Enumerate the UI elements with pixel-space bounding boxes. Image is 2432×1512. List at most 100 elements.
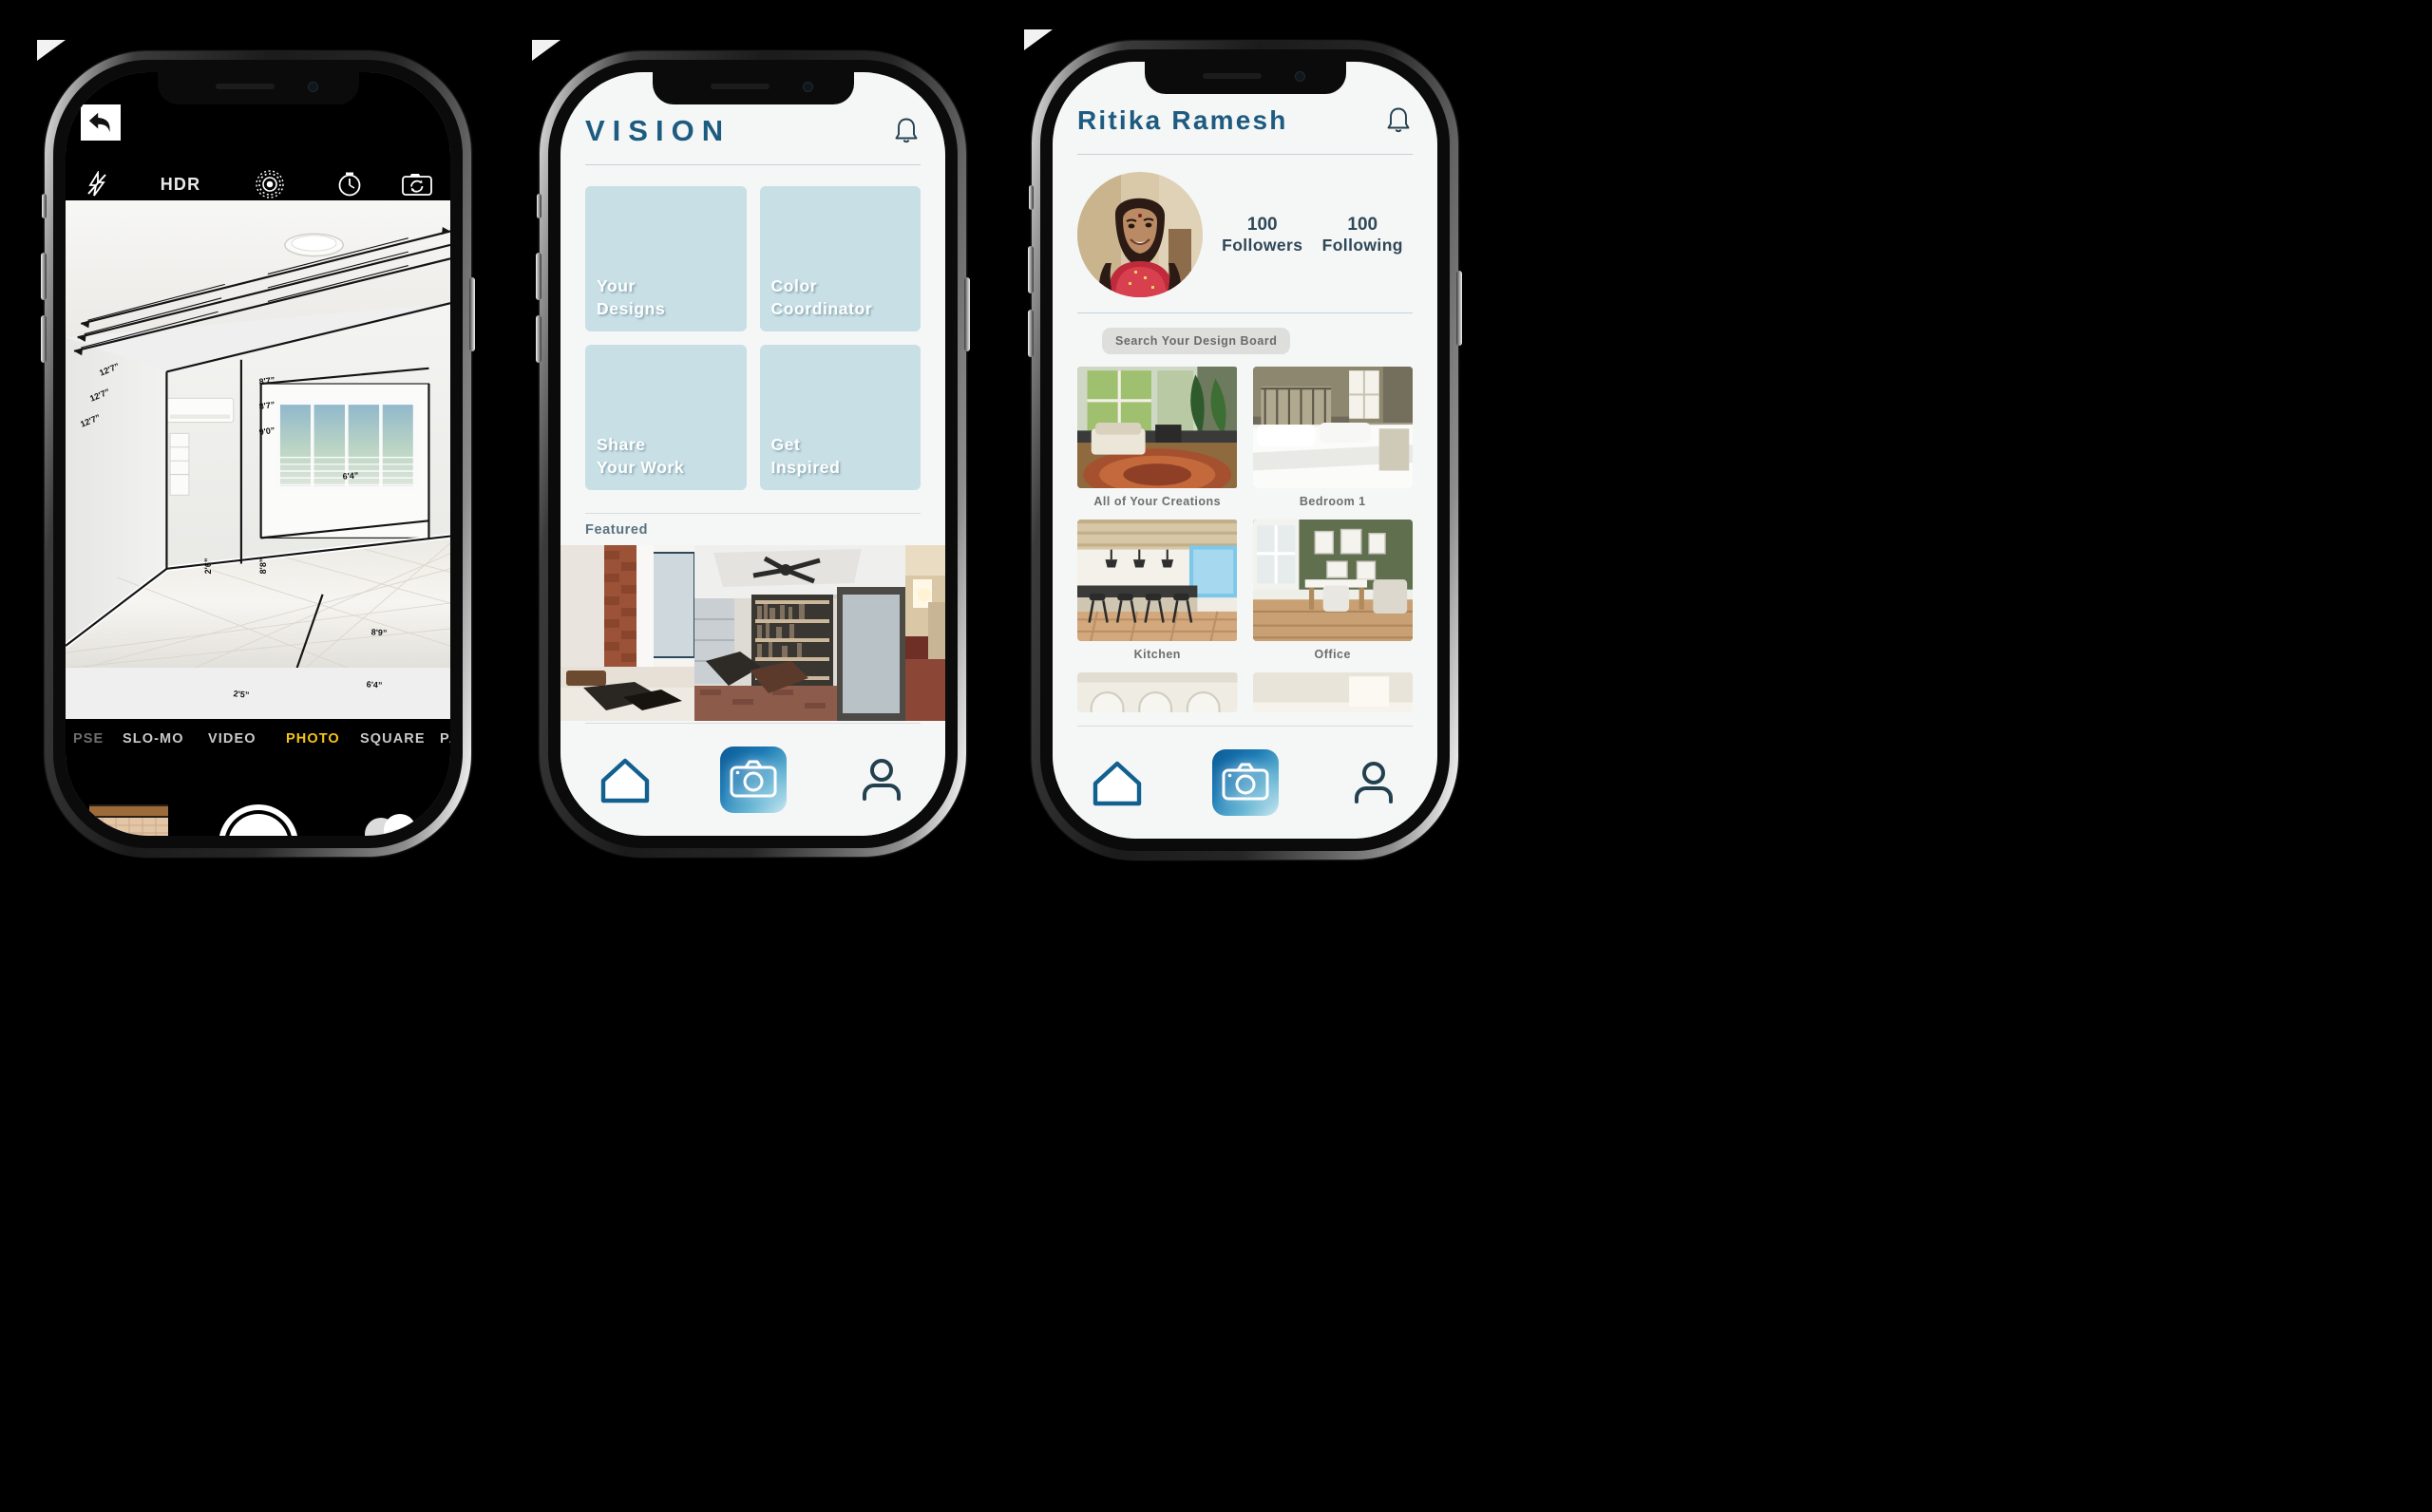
screenshot-canvas: HDR 12'7” 12'7” 12'7” 8'7” 8'7” 9'0” 6'4… (0, 0, 2432, 1512)
camera-mode-video[interactable]: VIDEO (208, 731, 256, 747)
featured-carousel[interactable] (560, 545, 945, 721)
hdr-button[interactable]: HDR (128, 175, 233, 195)
home-icon (600, 758, 649, 803)
header-divider (585, 164, 921, 165)
featured-warm-lounge[interactable] (905, 545, 945, 721)
board-card-caption: Office (1314, 648, 1351, 661)
filters-button[interactable] (365, 814, 424, 836)
camera-mode-slo-mo[interactable]: SLO-MO (123, 731, 184, 747)
notification-bell-icon (895, 118, 918, 143)
tile-share-your-work[interactable]: Share Your Work (585, 345, 747, 490)
stat-followers[interactable]: 100 Followers (1222, 215, 1302, 255)
person-icon (1354, 762, 1393, 803)
power-button[interactable] (469, 277, 475, 351)
tile-label: Get Inspired (770, 435, 841, 477)
earpiece-speaker (710, 84, 770, 89)
flash-off-icon (87, 171, 106, 197)
board-card-all-creations[interactable]: All of Your Creations (1077, 367, 1238, 510)
live-photo-button[interactable] (233, 170, 307, 198)
camera-mode-strip[interactable]: PSE SLO-MO VIDEO PHOTO SQUARE PANO (66, 719, 450, 759)
tab-home[interactable] (560, 755, 689, 804)
silent-switch[interactable] (1029, 185, 1034, 210)
stat-number: 100 (1246, 214, 1278, 235)
volume-down-button[interactable] (1028, 310, 1034, 357)
bottom-tab-bar[interactable] (560, 724, 945, 836)
tile-label: Color Coordinator (770, 276, 873, 318)
tab-camera[interactable] (689, 747, 817, 813)
featured-loft-living-room[interactable] (560, 545, 694, 721)
silent-switch[interactable] (42, 194, 47, 218)
bottom-tab-bar[interactable] (1053, 727, 1437, 839)
avatar-image (1077, 172, 1203, 297)
stat-label: Following (1321, 235, 1403, 255)
notification-bell-button[interactable] (1384, 105, 1413, 136)
home-screen: VISION Your Designs Color Coordinator Share Y… (560, 72, 945, 836)
room-preview-image (66, 200, 450, 669)
camera-screen: HDR 12'7” 12'7” 12'7” 8'7” 8'7” 9'0” 6'4… (66, 72, 450, 836)
corner-marker (37, 40, 66, 61)
volume-up-button[interactable] (536, 253, 542, 300)
stat-label: Followers (1222, 235, 1303, 255)
camera-capture-button[interactable] (1211, 749, 1279, 816)
volume-down-button[interactable] (41, 315, 47, 363)
hdr-label: HDR (160, 174, 201, 194)
volume-up-button[interactable] (41, 253, 47, 300)
phone-camera: HDR 12'7” 12'7” 12'7” 8'7” 8'7” 9'0” 6'4… (37, 40, 475, 857)
tab-profile[interactable] (1309, 758, 1437, 807)
volume-up-button[interactable] (1028, 246, 1034, 293)
board-card-office[interactable]: Office (1252, 520, 1414, 663)
tile-color-coordinator[interactable]: Color Coordinator (759, 186, 921, 331)
board-card-caption: Kitchen (1133, 648, 1181, 661)
featured-library-den[interactable] (694, 545, 905, 721)
measurement-label: 6'4” (366, 679, 383, 690)
tile-your-designs[interactable]: Your Designs (585, 186, 747, 331)
notification-bell-icon (1387, 107, 1410, 133)
camera-viewfinder[interactable]: 12'7” 12'7” 12'7” 8'7” 8'7” 9'0” 6'4” 2'6” 8'8” 8… (66, 200, 450, 719)
back-arrow-icon (88, 112, 110, 133)
board-card-bedroom-1[interactable]: Bedroom 1 (1252, 367, 1414, 510)
phone-profile: Ritika Ramesh 100 Followers 100 Followin… (1024, 29, 1462, 860)
front-camera (1295, 72, 1304, 81)
camera-flip-button[interactable] (392, 171, 450, 198)
tab-camera[interactable] (1181, 749, 1309, 816)
back-button[interactable] (81, 104, 121, 141)
camera-mode-square[interactable]: SQUARE (360, 731, 426, 747)
tile-get-inspired[interactable]: Get Inspired (759, 345, 921, 490)
timer-icon (338, 172, 361, 197)
profile-avatar[interactable] (1077, 172, 1203, 297)
home-icon (1092, 761, 1141, 806)
last-photo-thumbnail[interactable] (89, 804, 168, 836)
stat-following[interactable]: 100 Following (1322, 215, 1403, 255)
profile-summary: 100 Followers 100 Following (1053, 155, 1437, 297)
home-tile-grid[interactable]: Your Designs Color Coordinator Share Your Wor… (560, 165, 945, 490)
camera-capture-button[interactable] (719, 747, 787, 813)
volume-down-button[interactable] (536, 315, 542, 363)
camera-top-bar: HDR (66, 72, 450, 200)
power-button[interactable] (964, 277, 970, 351)
earpiece-speaker (1202, 73, 1262, 79)
design-board-grid[interactable]: All of Your Creations Bedroom 1 Kitchen Off… (1053, 367, 1437, 712)
flash-off-button[interactable] (66, 171, 128, 198)
power-button[interactable] (1456, 271, 1462, 346)
search-input[interactable]: Search Your Design Board (1102, 328, 1291, 354)
person-icon (862, 759, 901, 801)
front-camera (803, 83, 812, 91)
board-card-image (1077, 520, 1238, 641)
camera-bottom-bar (66, 759, 450, 836)
board-card-partial-left[interactable] (1077, 672, 1238, 712)
front-camera (308, 83, 317, 91)
tab-profile[interactable] (817, 755, 945, 804)
earpiece-speaker (215, 84, 275, 89)
notification-bell-button[interactable] (892, 116, 921, 146)
page-title: Ritika Ramesh (1077, 105, 1288, 135)
camera-mode-pse[interactable]: PSE (73, 731, 104, 747)
board-card-partial-right[interactable] (1252, 672, 1413, 712)
camera-flip-icon (402, 174, 432, 196)
camera-mode-photo[interactable]: PHOTO (286, 731, 340, 747)
silent-switch[interactable] (537, 194, 542, 218)
camera-mode-pano[interactable]: PANO (440, 731, 450, 747)
tab-home[interactable] (1053, 758, 1181, 807)
app-title: VISION (585, 114, 732, 147)
board-card-kitchen[interactable]: Kitchen (1077, 520, 1238, 663)
timer-button[interactable] (307, 171, 392, 198)
